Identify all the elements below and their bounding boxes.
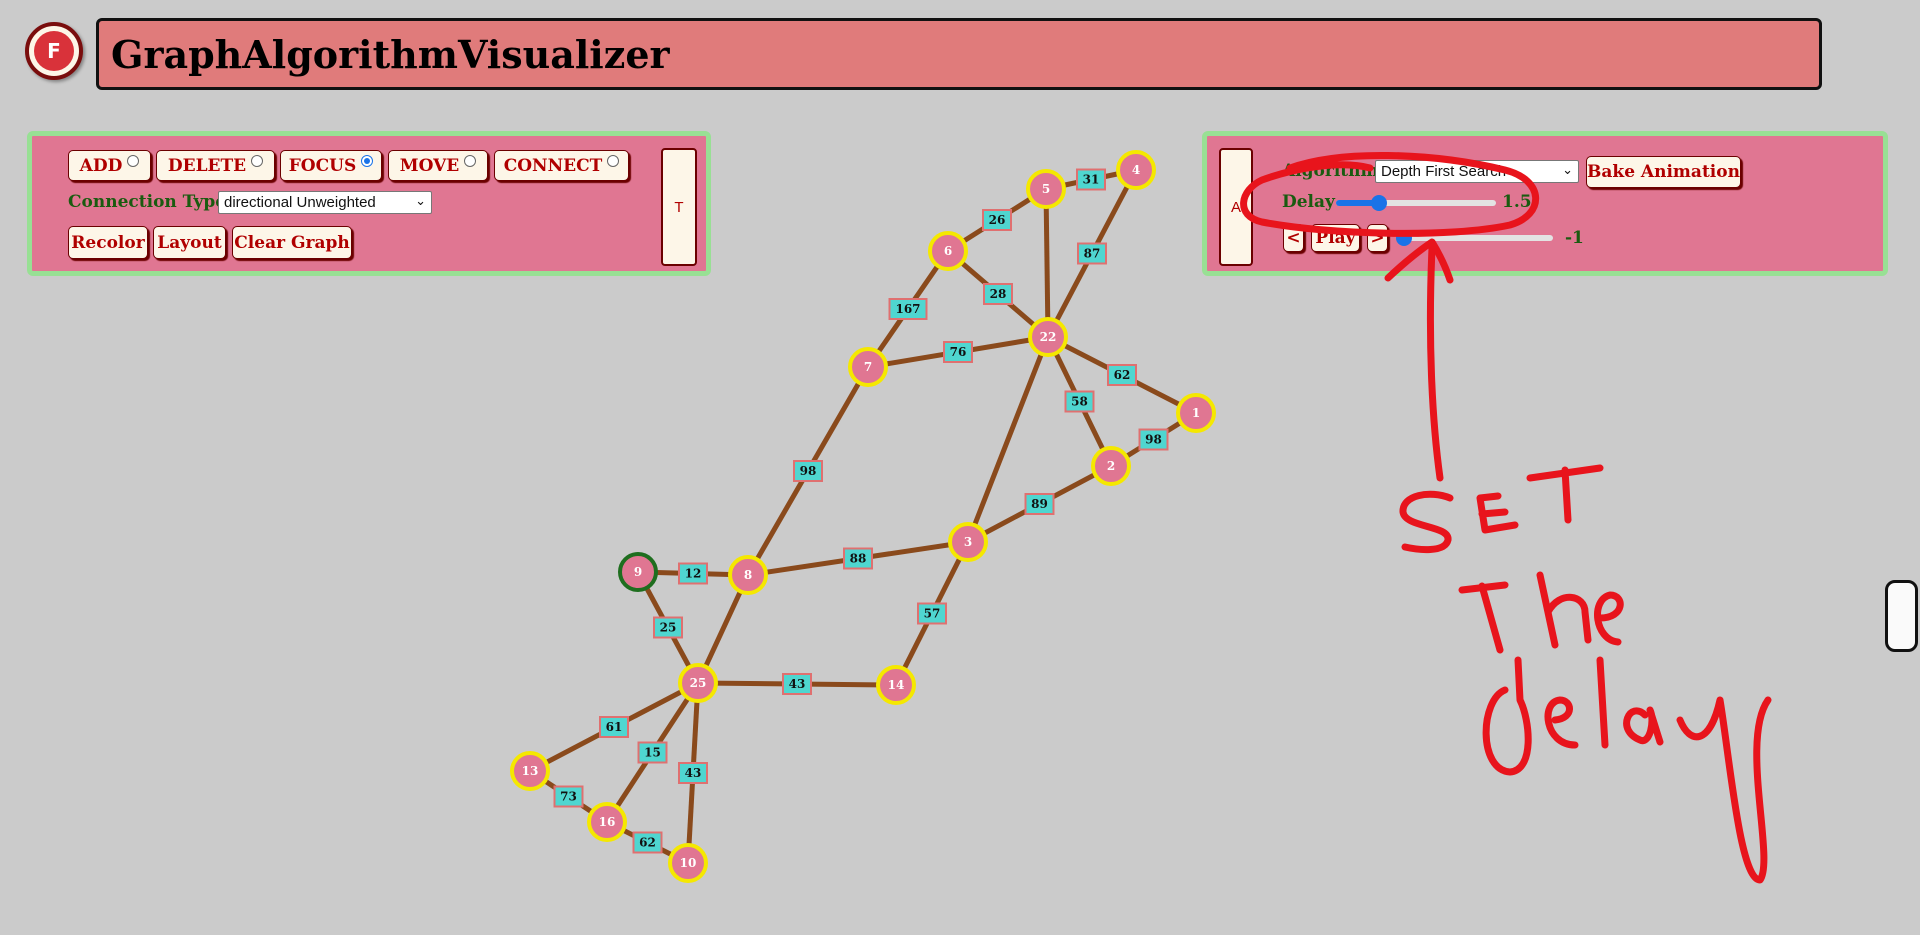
edge-weight-label: 167 (895, 302, 920, 316)
graph-node-1[interactable]: 1 (1176, 393, 1216, 433)
graph-node-6[interactable]: 6 (928, 231, 968, 271)
annotation-letter-s (1399, 490, 1454, 554)
edge-weight-6-5: 26 (982, 209, 1012, 231)
edge-weight-25-13: 61 (599, 716, 629, 738)
node-label: 3 (964, 535, 972, 549)
graph-node-14[interactable]: 14 (876, 665, 916, 705)
side-scroll-handle[interactable] (1885, 580, 1918, 652)
edge-weight-label: 12 (685, 567, 702, 581)
node-label: 9 (634, 565, 642, 579)
nodes-layer: 4562271239 825 14131610 (510, 150, 1216, 883)
edge-weight-label: 31 (1083, 173, 1100, 187)
edge-weight-label: 89 (1031, 497, 1048, 511)
graph-node-4[interactable]: 4 (1116, 150, 1156, 190)
annotation-arrow-head (1384, 238, 1454, 284)
edge-weight-3-2: 89 (1024, 493, 1055, 515)
edge-weight-label: 73 (560, 790, 577, 804)
edge-weight-label: 26 (989, 213, 1006, 227)
annotation-word-delay (1482, 656, 1772, 884)
edge-weight-label: 25 (660, 621, 677, 635)
node-label: 6 (944, 244, 952, 258)
node-label: 1 (1192, 406, 1200, 420)
edge-weight-label: 57 (924, 607, 941, 621)
annotation-circle (1240, 151, 1540, 237)
edge-weight-label: 43 (789, 677, 806, 691)
graph-node-16[interactable]: 16 (587, 802, 627, 842)
edge-weight-22-1: 62 (1107, 364, 1137, 386)
graph-node-5[interactable]: 5 (1026, 169, 1066, 209)
edge-weight-22-2: 58 (1064, 390, 1095, 413)
graph-edge-5-22[interactable] (1043, 188, 1051, 338)
graph-node-3[interactable]: 3 (948, 522, 988, 562)
edges-layer (528, 167, 1198, 866)
edge-weight-16-10: 62 (632, 831, 663, 854)
handwritten-annotation (1240, 151, 1772, 884)
edge-weight-25-16: 15 (637, 741, 668, 764)
edge-weight-8-7: 98 (793, 460, 823, 482)
edge-weight-8-3: 88 (843, 547, 873, 570)
weights-layer: 3187262816776625898899888122557436115437… (553, 168, 1169, 854)
edge-weight-4-22: 87 (1077, 242, 1107, 265)
edge-weight-7-6: 167 (888, 298, 928, 320)
edge-weight-25-10: 43 (678, 762, 708, 784)
node-label: 2 (1107, 459, 1115, 473)
node-label: 13 (522, 764, 539, 778)
node-label: 14 (888, 678, 905, 692)
graph-node-8[interactable]: 8 (728, 555, 768, 595)
annotation-arrow-shaft (1426, 244, 1444, 482)
node-label: 7 (864, 360, 872, 374)
edge-weight-label: 98 (800, 464, 817, 478)
annotation-word-the (1458, 571, 1624, 654)
edge-weight-label: 87 (1084, 247, 1101, 261)
graph-canvas[interactable]: 3187262816776625898899888122557436115437… (0, 0, 1920, 935)
node-label: 16 (599, 815, 616, 829)
edge-weight-label: 15 (644, 746, 661, 760)
edge-weight-label: 28 (990, 287, 1007, 301)
graph-node-22[interactable]: 22 (1028, 317, 1068, 357)
edge-weight-label: 76 (950, 345, 967, 359)
graph-node-25[interactable]: 25 (678, 663, 718, 703)
annotation-letter-t (1526, 464, 1604, 524)
node-label: 25 (690, 676, 707, 690)
edge-weight-5-4: 31 (1076, 168, 1106, 191)
graph-node-10[interactable]: 10 (668, 843, 708, 883)
edge-weight-9-25: 25 (653, 616, 683, 639)
node-label: 8 (744, 568, 752, 582)
node-label: 4 (1132, 163, 1140, 177)
edge-weight-3-14: 57 (917, 602, 947, 625)
edge-weight-13-16: 73 (553, 785, 584, 808)
edge-weight-label: 98 (1145, 433, 1162, 447)
edge-weight-7-22: 76 (943, 341, 973, 363)
graph-node-9[interactable]: 9 (618, 552, 658, 592)
edge-weight-25-14: 43 (782, 673, 812, 695)
node-label: 22 (1040, 330, 1057, 344)
node-label: 5 (1042, 182, 1050, 196)
edge-weight-6-22: 28 (983, 283, 1013, 305)
edge-weight-9-8: 12 (678, 562, 708, 585)
edge-weight-label: 88 (850, 552, 867, 566)
edge-weight-label: 62 (639, 836, 656, 850)
edge-weight-label: 58 (1071, 395, 1088, 409)
graph-node-13[interactable]: 13 (510, 751, 550, 791)
graph-node-2[interactable]: 2 (1091, 446, 1131, 486)
node-label: 10 (680, 856, 697, 870)
edge-weight-label: 62 (1114, 368, 1131, 382)
edge-weight-2-1: 98 (1138, 428, 1169, 451)
edge-weight-label: 43 (685, 766, 702, 780)
annotation-letter-e (1476, 492, 1519, 534)
edge-weight-label: 61 (606, 720, 623, 734)
graph-node-7[interactable]: 7 (848, 347, 888, 387)
